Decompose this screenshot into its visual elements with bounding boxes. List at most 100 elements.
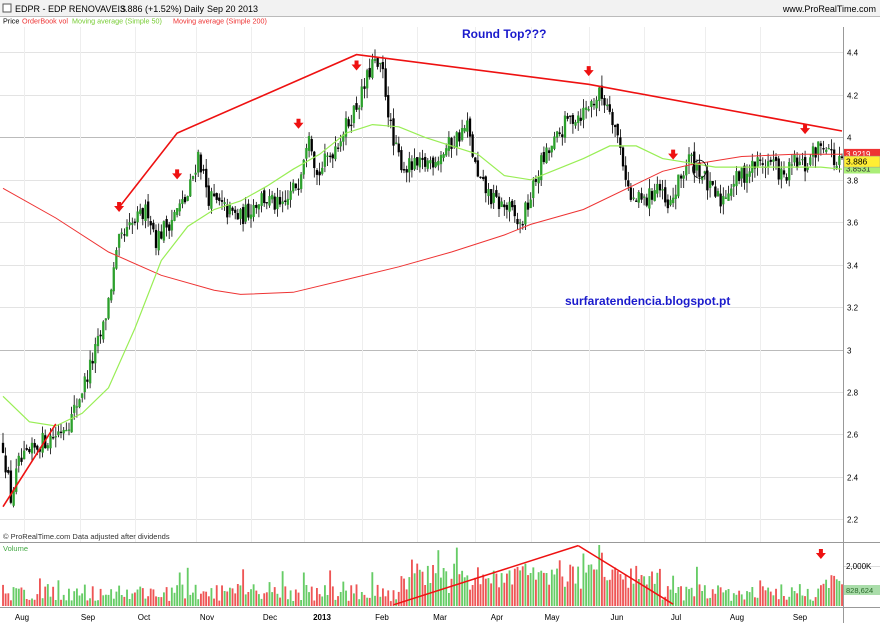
volume-bar	[144, 598, 147, 606]
volume-bar	[572, 566, 574, 606]
candle-body	[99, 334, 102, 337]
window-icon[interactable]	[2, 3, 12, 13]
volume-bar	[582, 553, 585, 606]
candle-body	[218, 197, 221, 201]
volume-bar	[690, 587, 693, 606]
volume-bar	[73, 591, 76, 606]
candle-body	[613, 125, 617, 128]
candle-body	[405, 169, 408, 173]
volume-bar	[99, 588, 102, 606]
volume-bar	[49, 596, 52, 606]
volume-bar	[574, 583, 577, 606]
candle-body	[107, 297, 110, 319]
candle-body	[766, 161, 770, 167]
candle-body	[1, 442, 5, 453]
candle-body	[495, 190, 498, 197]
volume-bar	[651, 571, 653, 606]
volume-bar	[81, 593, 84, 606]
volume-bar	[474, 577, 477, 606]
candle-body	[722, 195, 725, 205]
candle-body	[136, 211, 139, 223]
volume-bar	[608, 579, 611, 606]
volume-bar	[363, 594, 366, 606]
candle-body	[542, 152, 546, 163]
candle-body	[104, 318, 108, 321]
candle-body	[263, 190, 266, 204]
volume-bar	[495, 573, 498, 606]
volume-bar	[653, 583, 656, 606]
volume-bar	[17, 588, 20, 606]
volume-bar	[537, 572, 540, 606]
candle-body	[642, 196, 646, 198]
volume-bar	[147, 596, 150, 606]
time-tick-label: Nov	[200, 613, 214, 622]
volume-bar	[743, 599, 746, 606]
volume-bar	[814, 597, 817, 606]
volume-bar	[418, 569, 421, 606]
candle-body	[474, 157, 477, 162]
candle-body	[352, 105, 356, 124]
candle-body	[835, 165, 838, 168]
candle-body	[426, 160, 429, 169]
candle-body	[526, 202, 530, 210]
volume-bar	[297, 592, 300, 606]
candle-body	[281, 201, 284, 204]
volume-bar	[450, 578, 453, 606]
candle-body	[732, 183, 735, 187]
price-tick-label: 3	[847, 347, 852, 356]
price-tick-label: 3.4	[847, 262, 859, 271]
candle-body	[611, 112, 614, 126]
volume-bar	[334, 599, 337, 606]
candle-body	[574, 122, 577, 126]
volume-bar	[65, 600, 68, 606]
candle-body	[508, 201, 511, 212]
volume-bar	[374, 595, 376, 606]
volume-bar	[173, 592, 176, 606]
volume-bar	[827, 588, 830, 606]
volume-bar	[302, 572, 305, 606]
candle-body	[745, 173, 749, 183]
volume-bar	[170, 587, 173, 606]
price-chart[interactable]: EDPR - EDP RENOVAVEIS 3.886 (+1.52%) Dai…	[0, 0, 880, 623]
volume-bar	[152, 589, 155, 606]
volume-bar	[648, 576, 651, 606]
volume-bar	[793, 591, 796, 606]
price-pane[interactable]	[0, 27, 843, 530]
candle-body	[183, 197, 187, 203]
volume-bar	[205, 591, 208, 606]
candle-body	[592, 103, 596, 106]
volume-bar	[213, 598, 215, 606]
volume-bar	[437, 550, 440, 606]
volume-bar	[598, 545, 601, 606]
volume-bar	[218, 600, 221, 606]
candle-body	[73, 404, 76, 413]
candle-body	[489, 189, 493, 205]
volume-bar	[527, 575, 529, 606]
candle-body	[154, 229, 158, 249]
volume-bar	[769, 591, 772, 606]
volume-bar	[33, 599, 36, 606]
volume-bar	[458, 574, 461, 606]
candle-body	[162, 221, 166, 241]
volume-bar	[52, 586, 55, 606]
candle-body	[7, 470, 10, 473]
candle-body	[315, 170, 319, 175]
candle-body	[838, 156, 841, 166]
volume-bar	[149, 588, 152, 606]
volume-bar	[313, 600, 316, 606]
volume-bar	[107, 594, 110, 606]
time-tick-label: Aug	[730, 613, 744, 622]
candle-body	[51, 437, 55, 439]
candle-body	[577, 115, 580, 124]
volume-bar	[540, 570, 543, 606]
candle-body	[505, 204, 509, 210]
candle-body	[307, 136, 311, 151]
volume-bar	[12, 587, 15, 606]
volume-bar	[134, 592, 136, 606]
candle-body	[350, 124, 353, 127]
candle-body	[563, 115, 567, 138]
candle-body	[484, 176, 487, 194]
volume-bar	[804, 596, 806, 606]
candle-body	[608, 104, 611, 112]
candle-body	[827, 148, 830, 150]
